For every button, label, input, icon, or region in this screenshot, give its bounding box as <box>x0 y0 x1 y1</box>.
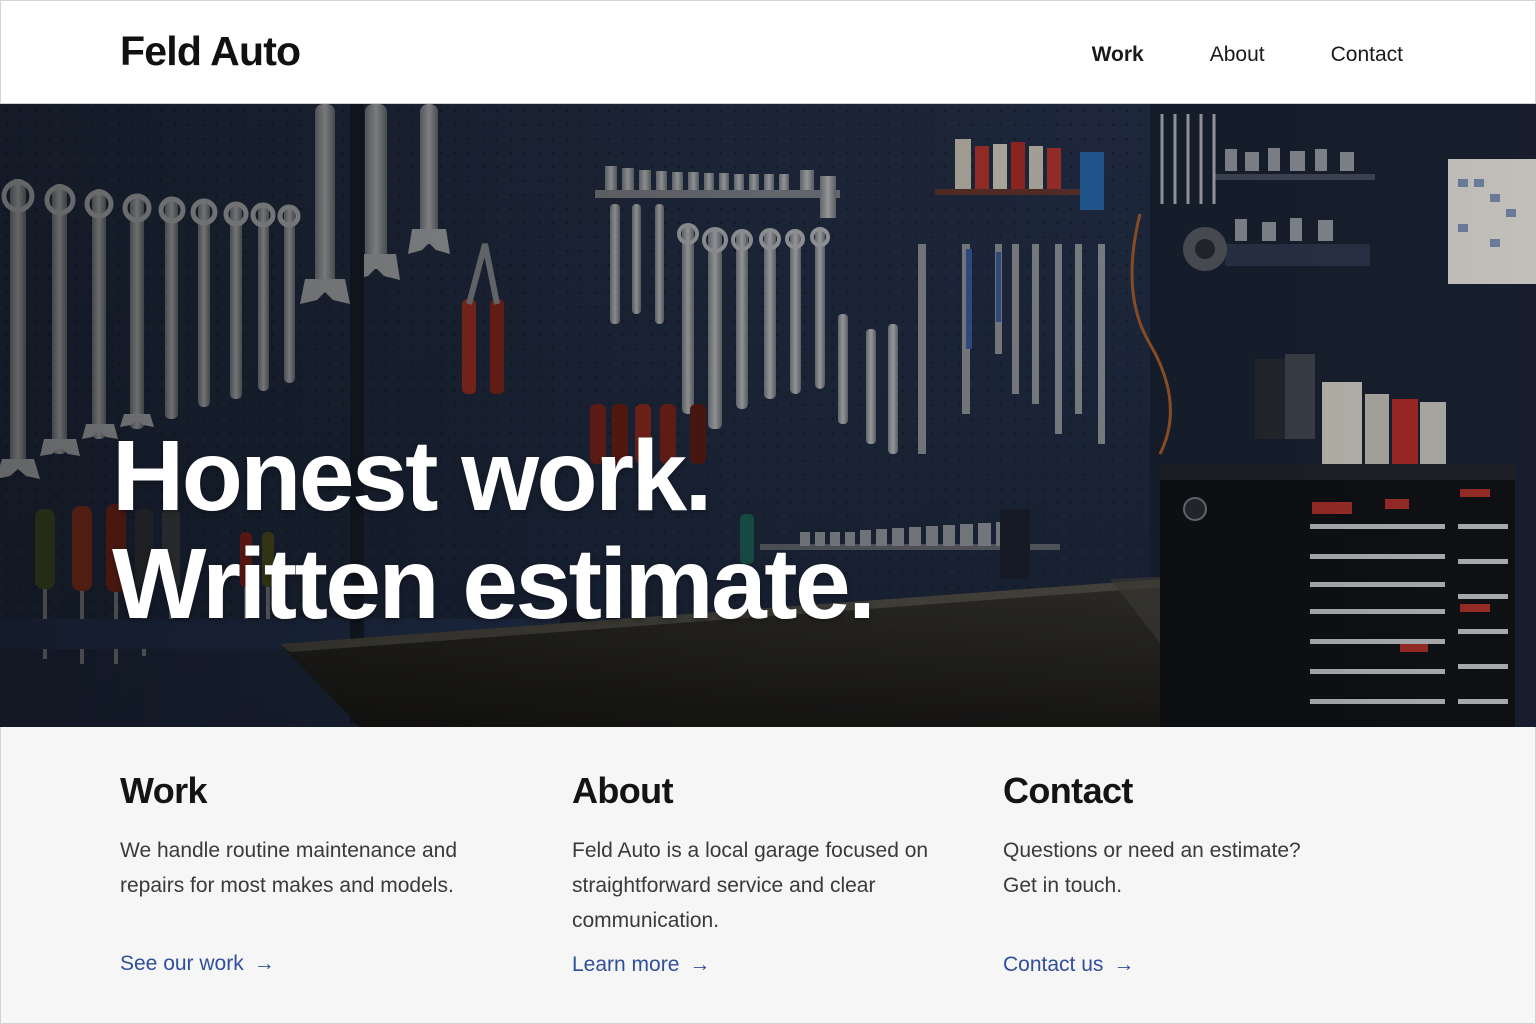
arrow-right-icon: → <box>689 953 711 976</box>
learn-more-label: Learn more <box>572 953 680 976</box>
card-contact-title: Contact <box>1003 770 1133 811</box>
card-about-title: About <box>572 770 674 811</box>
card-work-body: We handle routine maintenance and repair… <box>120 839 458 897</box>
hero-banner: Honest work. Written estimate. <box>0 104 1536 727</box>
brand-logo[interactable]: Feld Auto <box>120 31 301 72</box>
site-header: Feld Auto Work About Contact <box>0 0 1536 104</box>
see-our-work-link[interactable]: See our work → <box>120 953 275 974</box>
card-contact: Contact Questions or need an estimate? G… <box>1003 773 1333 1013</box>
contact-us-label: Contact us <box>1003 953 1104 976</box>
see-our-work-label: See our work <box>120 952 244 975</box>
card-contact-body: Questions or need an estimate? Get in to… <box>1003 839 1301 897</box>
hero-headline-line-2: Written estimate. <box>112 528 876 640</box>
nav-work[interactable]: Work <box>1092 44 1144 65</box>
main-nav: Work About Contact <box>1092 44 1403 65</box>
hero-headline: Honest work. Written estimate. <box>112 420 876 640</box>
arrow-right-icon: → <box>1113 953 1135 976</box>
nav-about[interactable]: About <box>1210 44 1265 65</box>
card-about: About Feld Auto is a local garage focuse… <box>572 773 952 1013</box>
contact-us-link[interactable]: Contact us → <box>1003 954 1134 975</box>
feature-cards: Work We handle routine maintenance and r… <box>0 727 1536 1024</box>
card-work-title: Work <box>120 770 208 811</box>
hero-headline-line-1: Honest work. <box>112 420 712 532</box>
card-about-body: Feld Auto is a local garage focused on s… <box>572 839 929 932</box>
card-work: Work We handle routine maintenance and r… <box>120 773 500 1013</box>
learn-more-link[interactable]: Learn more → <box>572 954 710 975</box>
nav-contact[interactable]: Contact <box>1331 44 1403 65</box>
arrow-right-icon: → <box>253 952 275 975</box>
